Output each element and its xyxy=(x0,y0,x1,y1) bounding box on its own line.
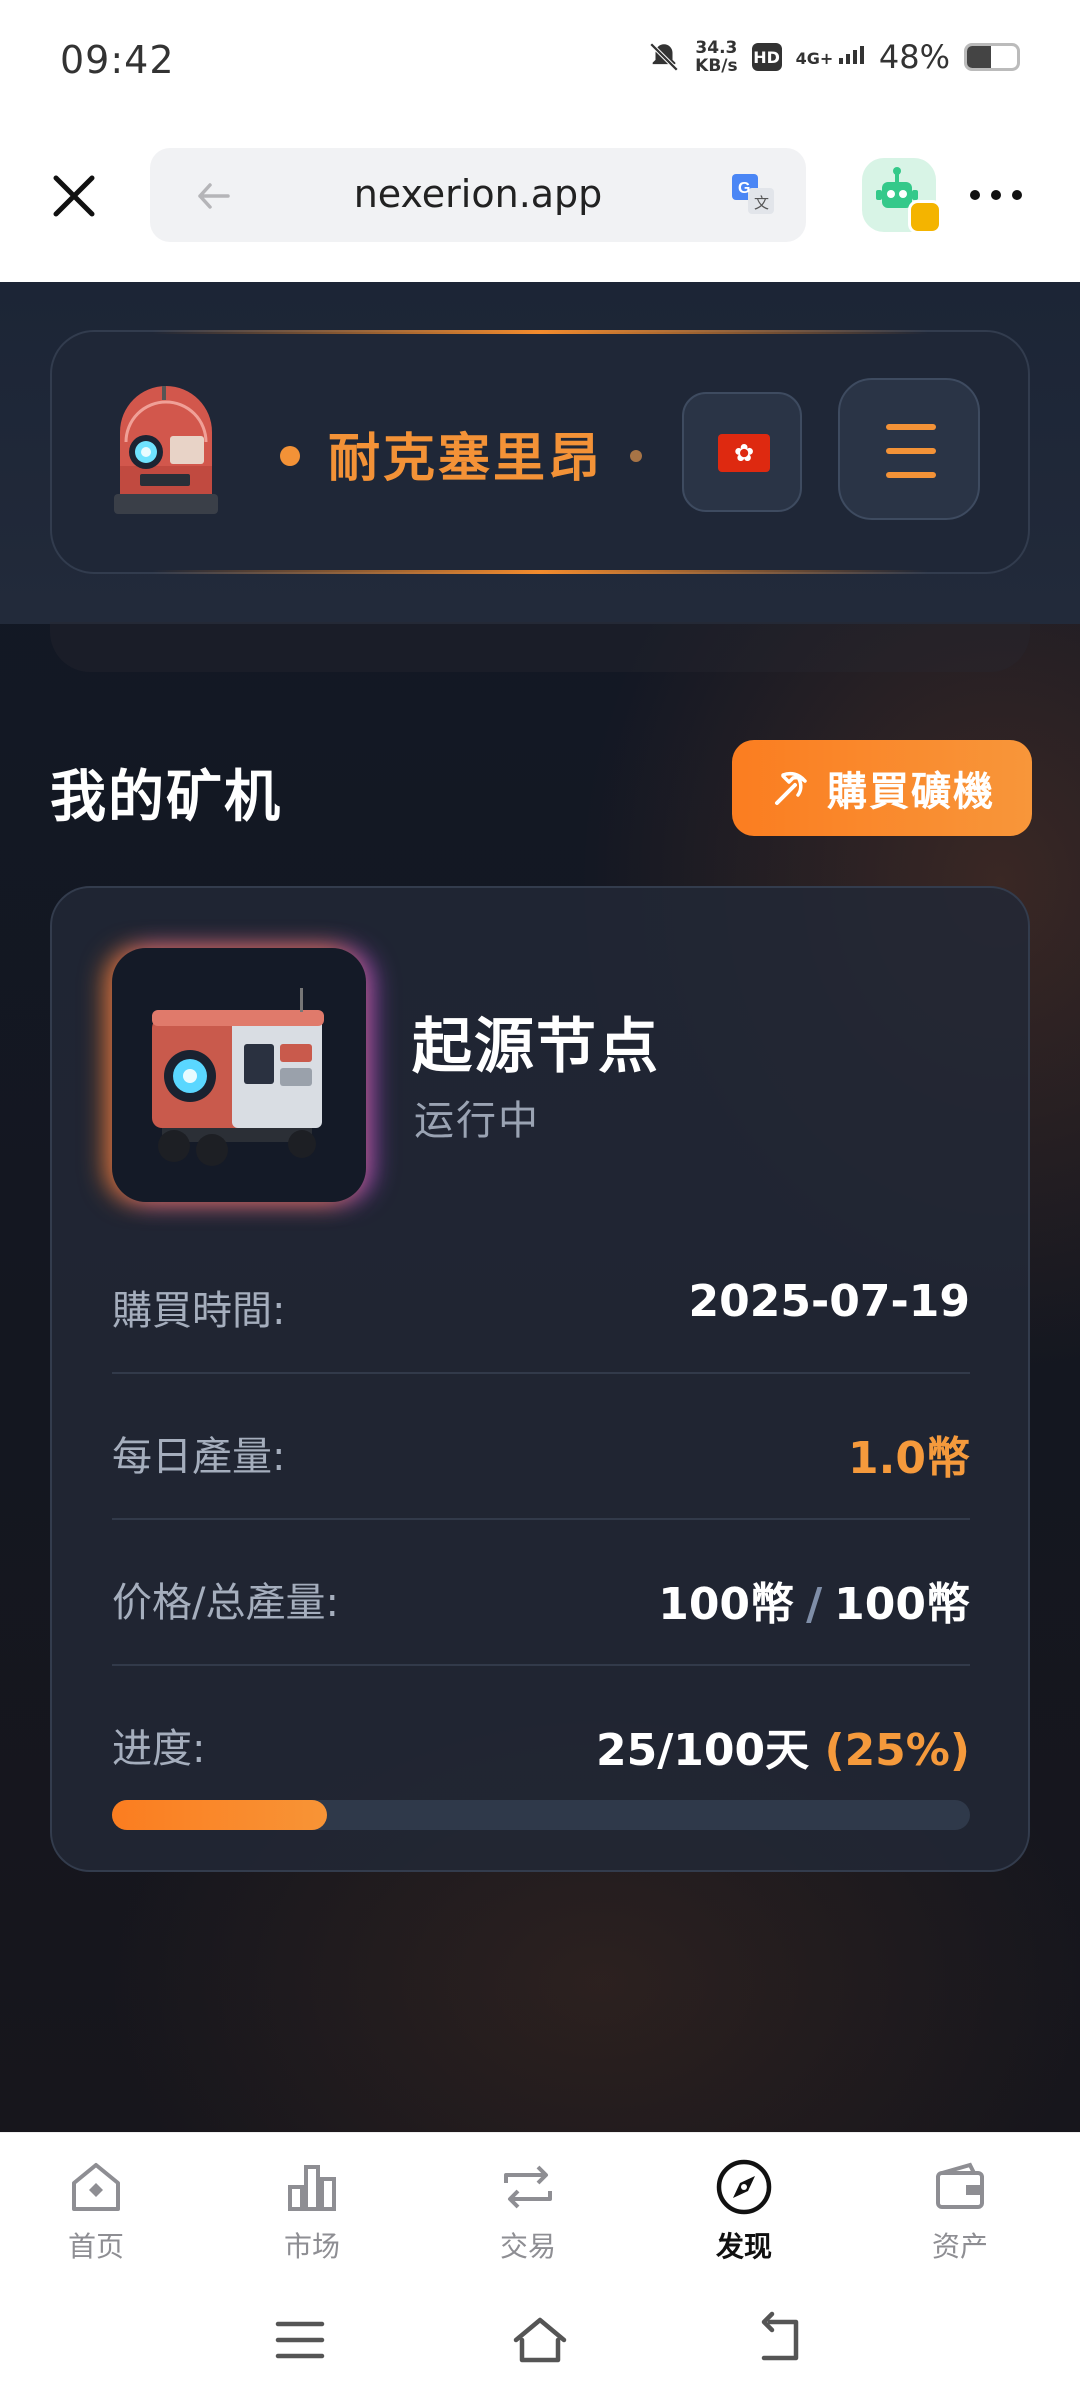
brand-dot-left xyxy=(280,446,300,466)
progress-label: 进度: xyxy=(112,1726,206,1772)
logo-mining-machine-icon[interactable] xyxy=(100,382,230,528)
menu-line xyxy=(886,472,936,478)
signal-bars-icon xyxy=(838,46,864,64)
info-row-progress: 进度: 25/100天 (25%) xyxy=(112,1666,970,1812)
miner-machine-icon xyxy=(152,988,324,1166)
hd-badge: HD xyxy=(751,43,782,71)
buy-miner-label: 購買礦機 xyxy=(827,769,995,815)
miner-image xyxy=(112,948,366,1202)
swap-icon xyxy=(504,2165,552,2209)
speed-unit: KB/s xyxy=(695,56,738,76)
menu-line xyxy=(886,424,936,430)
miner-status: 运行中 xyxy=(414,1098,540,1144)
header-glow-bottom xyxy=(152,570,928,574)
app-header: 耐克塞里昂 ✿ xyxy=(50,330,1030,574)
status-indicators: 34.3 KB/s HD 4G+ 48% xyxy=(647,38,1020,76)
compass-icon xyxy=(716,2159,772,2215)
more-icon[interactable] xyxy=(970,180,1022,210)
progress-bar xyxy=(112,1800,970,1830)
battery-icon xyxy=(964,43,1020,71)
nav-label-home: 首页 xyxy=(67,2230,124,2263)
bot-icon[interactable] xyxy=(862,158,942,234)
buy-miner-button[interactable]: 購買礦機 xyxy=(732,740,1032,836)
section-title: 我的矿机 xyxy=(50,765,282,830)
language-button[interactable]: ✿ xyxy=(682,392,802,512)
back-icon[interactable] xyxy=(750,2310,810,2370)
miner-card: 起源节点 运行中 購買時間: 2025-07-19 每日產量: 1.0幣 价格/… xyxy=(50,886,1030,1872)
info-row-price-output: 价格/总產量: 100幣/100幣 xyxy=(112,1520,970,1666)
brand-name[interactable]: 耐克塞里昂 xyxy=(328,416,603,491)
menu-icon[interactable] xyxy=(270,2310,330,2370)
home-icon xyxy=(72,2163,120,2211)
signal-indicator: 4G+ xyxy=(796,46,865,68)
badge-icon xyxy=(908,200,942,234)
nav-label-market: 市场 xyxy=(283,2230,340,2263)
menu-line xyxy=(886,448,936,454)
purchase-time-value: 2025-07-19 xyxy=(688,1276,970,1327)
close-icon[interactable] xyxy=(48,170,100,222)
info-row-purchase-time: 購買時間: 2025-07-19 xyxy=(112,1228,970,1374)
address-bar[interactable]: nexerion.app G文 xyxy=(150,148,806,242)
translate-icon[interactable]: G文 xyxy=(732,174,774,216)
browser-toolbar: nexerion.app G文 xyxy=(0,130,1080,282)
nav-item-trade[interactable]: 交易 xyxy=(458,2157,598,2267)
bottom-nav: 首页 市场 交易 发现 资产 xyxy=(0,2132,1080,2280)
battery-percent: 48% xyxy=(878,38,950,76)
app-content: 耐克塞里昂 ✿ 我的矿机 購買礦機 起源节点 运行中 購買時間: 2025-07… xyxy=(0,282,1080,2132)
header-glow-top xyxy=(152,330,928,334)
price-output-value: 100幣/100幣 xyxy=(658,1568,970,1632)
info-row-daily-output: 每日產量: 1.0幣 xyxy=(112,1374,970,1520)
miner-name: 起源节点 xyxy=(412,1012,660,1082)
signal-label: 4G+ xyxy=(795,49,834,68)
brand-dot-right xyxy=(630,450,642,462)
price-value: 100幣 xyxy=(658,1579,795,1630)
total-output-value: 100幣 xyxy=(834,1579,970,1630)
nav-item-assets[interactable]: 资产 xyxy=(890,2157,1030,2267)
nav-item-home[interactable]: 首页 xyxy=(26,2157,166,2267)
price-output-label: 价格/总產量: xyxy=(112,1580,339,1626)
nav-label-trade: 交易 xyxy=(499,2230,556,2263)
bar-chart-icon xyxy=(288,2165,336,2211)
status-bar: 09:42 34.3 KB/s HD 4G+ 48% xyxy=(0,0,1080,130)
status-time: 09:42 xyxy=(60,38,175,82)
battery-level xyxy=(967,46,991,68)
progress-bar-fill xyxy=(112,1800,327,1830)
nav-item-market[interactable]: 市场 xyxy=(242,2157,382,2267)
progress-value: 25/100天 (25%) xyxy=(596,1714,970,1778)
nav-item-discover[interactable]: 发现 xyxy=(674,2157,814,2267)
header-shadow xyxy=(50,622,1030,672)
network-speed: 34.3 KB/s xyxy=(695,39,737,75)
nav-label-assets: 资产 xyxy=(931,2230,988,2263)
pickaxe-icon xyxy=(775,771,807,805)
menu-button[interactable] xyxy=(838,378,980,520)
daily-output-label: 每日產量: xyxy=(112,1434,286,1480)
speed-value: 34.3 xyxy=(695,38,738,58)
svg-text:G: G xyxy=(738,180,750,197)
svg-text:文: 文 xyxy=(754,194,769,212)
nav-label-discover: 发现 xyxy=(715,2230,772,2263)
progress-days: 25/100天 xyxy=(595,1725,810,1776)
wallet-icon xyxy=(936,2162,984,2209)
price-separator: / xyxy=(806,1579,823,1630)
daily-output-value: 1.0幣 xyxy=(848,1433,970,1484)
url-text[interactable]: nexerion.app xyxy=(150,172,806,216)
progress-percent: (25%) xyxy=(824,1725,970,1776)
header-band: 耐克塞里昂 ✿ xyxy=(0,282,1080,624)
system-nav-bar xyxy=(0,2280,1080,2408)
mute-bell-icon xyxy=(649,42,679,72)
hong-kong-flag-icon: ✿ xyxy=(718,434,770,472)
purchase-time-label: 購買時間: xyxy=(112,1288,286,1334)
home-outline-icon[interactable] xyxy=(510,2310,570,2370)
